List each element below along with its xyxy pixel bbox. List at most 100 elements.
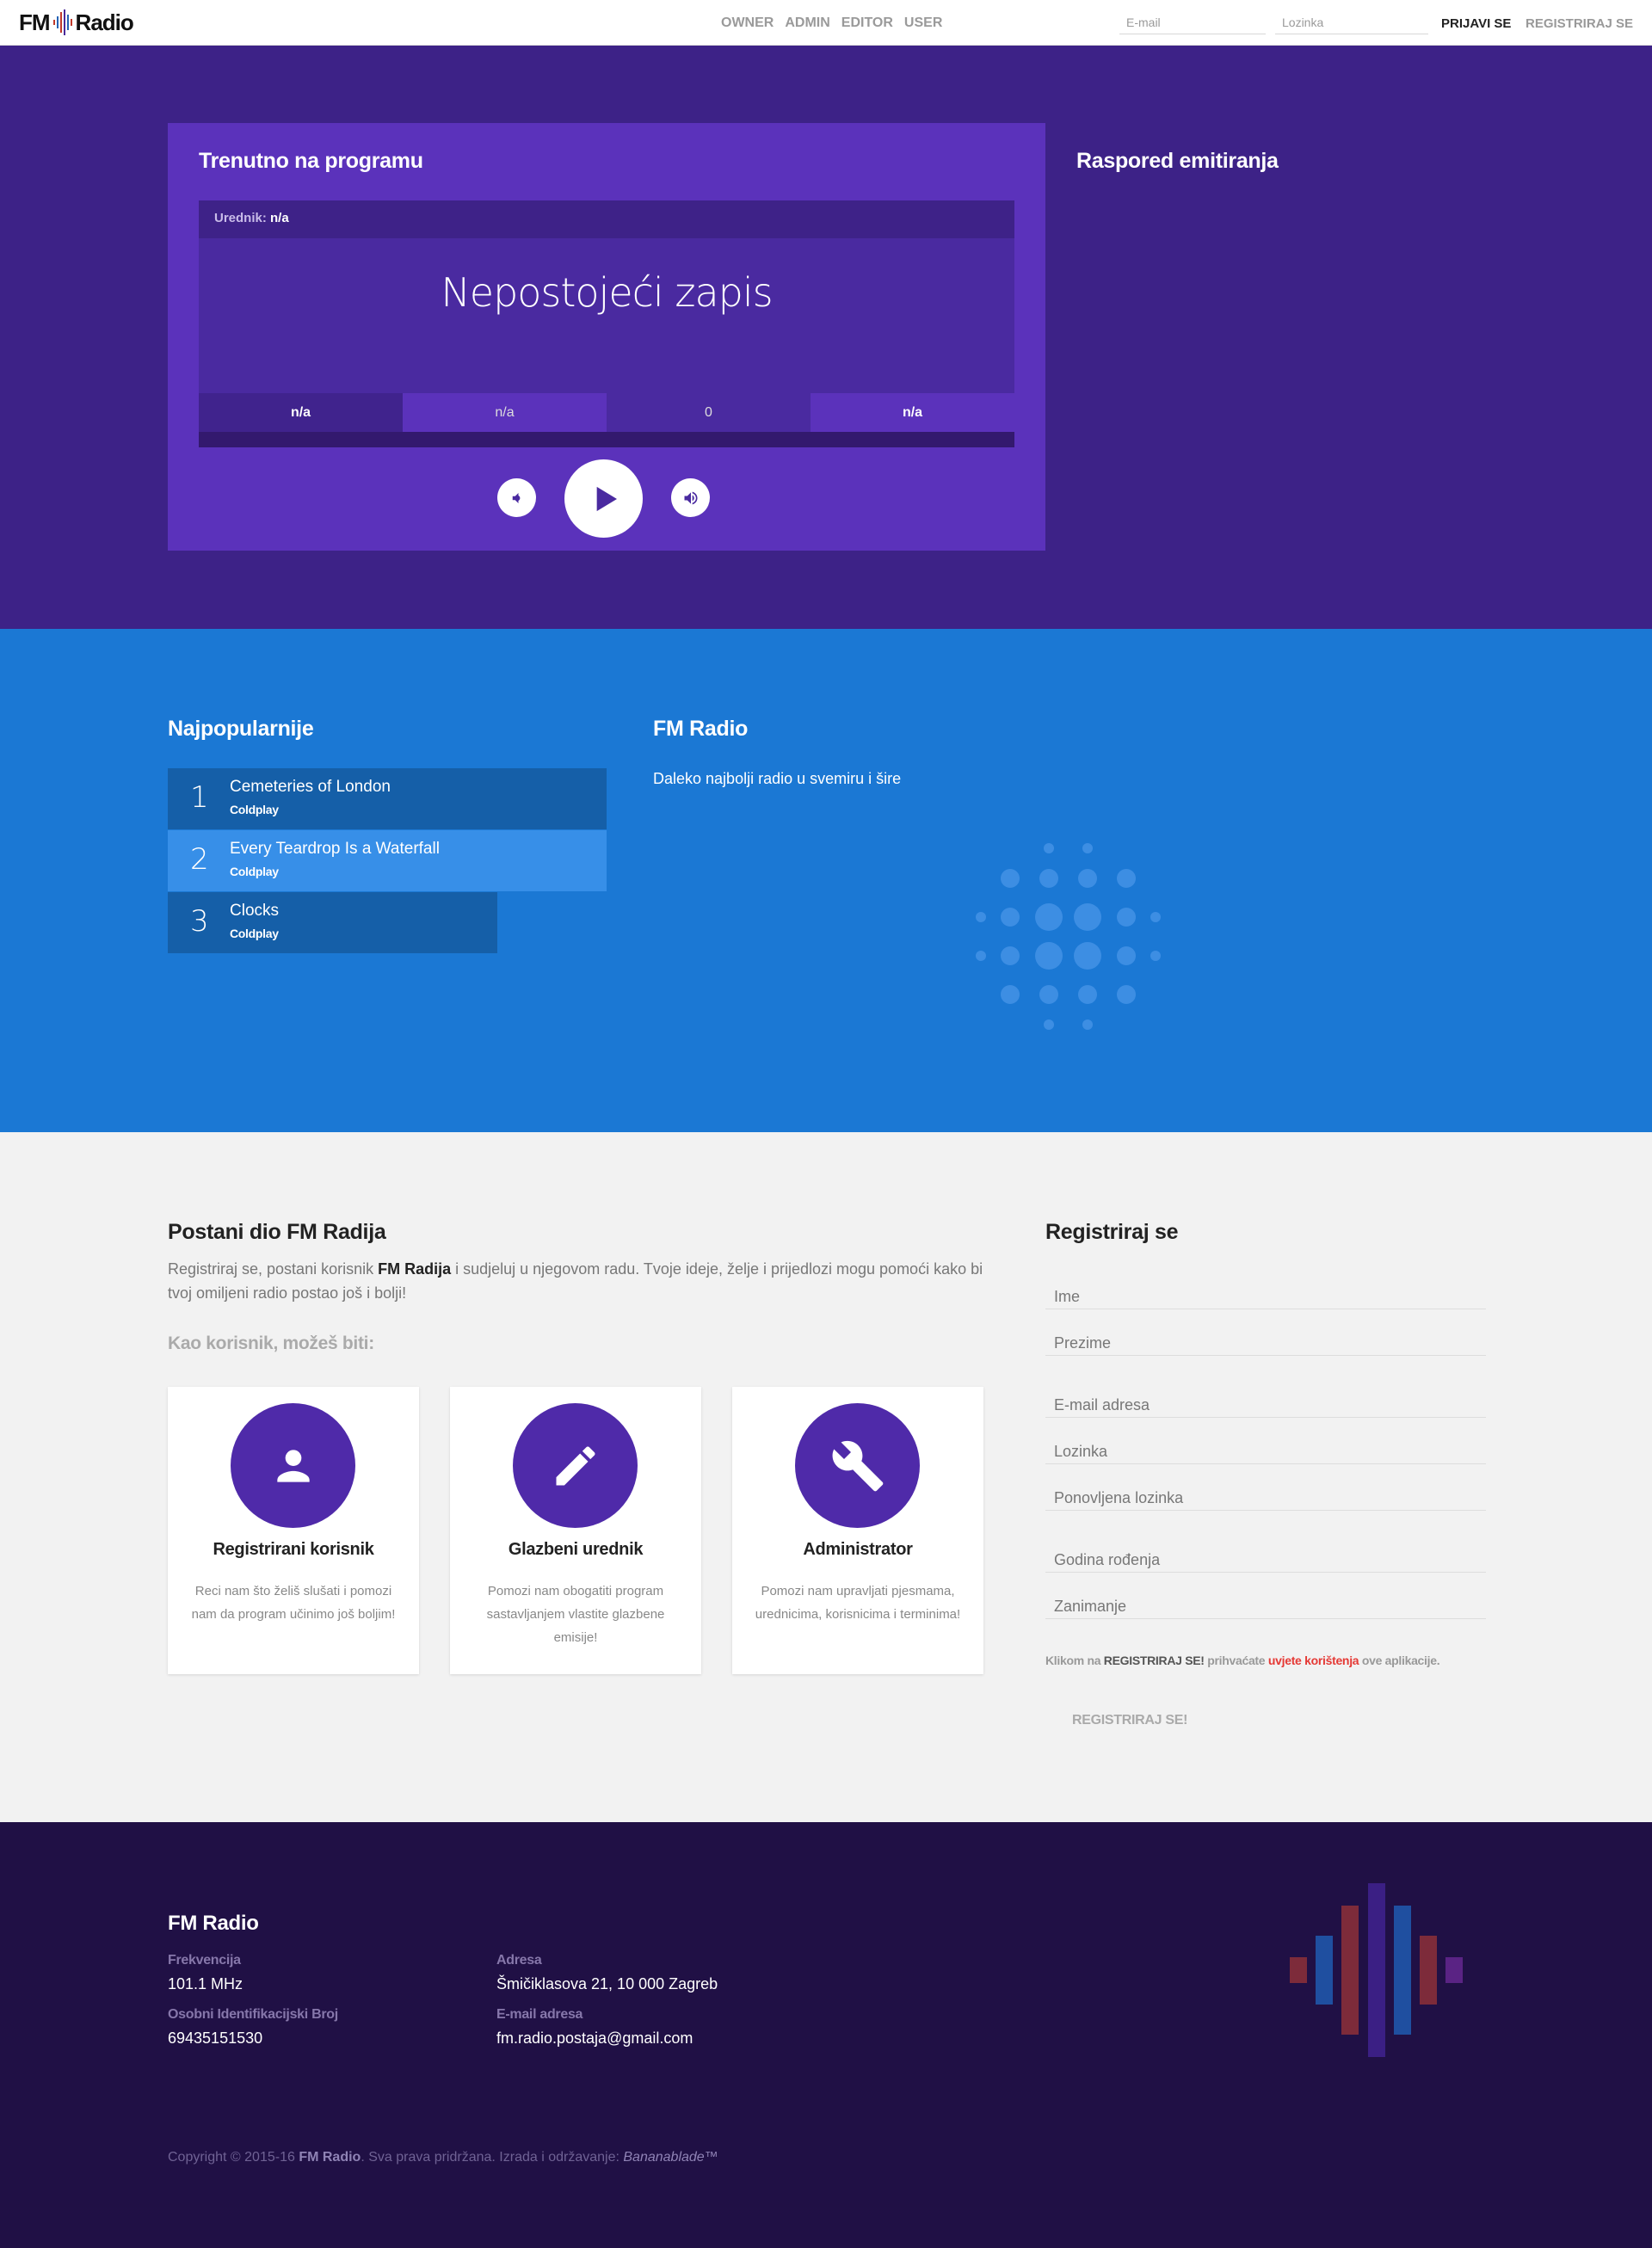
volume-down-button[interactable] <box>497 478 536 517</box>
nav-link-user[interactable]: USER <box>904 15 942 31</box>
join-text-bold: FM Radija <box>378 1260 452 1278</box>
now-playing-card: Trenutno na programu Urednik: n/a Nepost… <box>168 123 1045 551</box>
terms-text-bold: REGISTRIRAJ SE! <box>1103 1654 1205 1667</box>
popular-list-item[interactable]: 3 Clocks Coldplay <box>168 892 497 953</box>
popular-list-item[interactable]: 1 Cemeteries of London Coldplay <box>168 768 607 829</box>
popular-rank: 3 <box>190 904 209 939</box>
play-icon <box>596 486 617 511</box>
footer-title: FM Radio <box>168 1912 259 1935</box>
register-title: Registriraj se <box>1045 1220 1179 1244</box>
occupation-field[interactable] <box>1045 1585 1486 1619</box>
schedule-title: Raspored emitiranja <box>1076 149 1279 173</box>
track-stat: n/a <box>811 393 1014 432</box>
popular-title: Najpopularnije <box>168 717 314 741</box>
popular-section: Najpopularnije 1 Cemeteries of London Co… <box>0 629 1652 1132</box>
logo-waveform-icon <box>52 9 72 35</box>
logo[interactable]: FM Radio <box>19 9 134 36</box>
login-button[interactable]: PRIJAVI SE <box>1441 16 1511 31</box>
popular-list-item[interactable]: 2 Every Teardrop Is a Waterfall Coldplay <box>168 830 607 891</box>
join-title: Postani dio FM Radija <box>168 1220 386 1244</box>
repeat-password-field[interactable] <box>1045 1476 1486 1511</box>
about-tagline: Daleko najbolji radio u svemiru i šire <box>653 770 902 787</box>
popular-artist: Coldplay <box>230 803 279 816</box>
play-button[interactable] <box>564 459 643 538</box>
birth-year-field[interactable] <box>1045 1538 1486 1573</box>
terms-text: ove aplikacije. <box>1359 1654 1440 1667</box>
join-subtitle: Kao korisnik, možeš biti: <box>168 1333 374 1353</box>
email-label: E-mail adresa <box>496 2007 583 2022</box>
terms-link[interactable]: uvjete korištenja <box>1268 1654 1359 1667</box>
volume-down-icon <box>512 492 520 503</box>
first-name-field[interactable] <box>1045 1275 1486 1309</box>
waveform-logo-icon <box>1290 1883 1463 2057</box>
track-stat: n/a <box>199 393 403 432</box>
copyright-maker[interactable]: Bananablade™ <box>623 2150 718 2165</box>
login-email-input[interactable] <box>1119 10 1266 34</box>
copyright-text: Copyright © 2015-16 <box>168 2150 299 2165</box>
track-stat: n/a <box>403 393 607 432</box>
progress-bar[interactable] <box>199 432 1014 447</box>
copyright: Copyright © 2015-16 FM Radio. Sva prava … <box>168 2150 718 2165</box>
oib-value: 69435151530 <box>168 2029 263 2047</box>
popular-artist: Coldplay <box>230 927 279 940</box>
popular-song: Cemeteries of London <box>230 778 391 796</box>
role-card-admin: Administrator Pomozi nam upravljati pjes… <box>732 1387 983 1674</box>
nav-link-admin[interactable]: ADMIN <box>785 15 829 31</box>
person-icon <box>276 1449 310 1482</box>
popular-artist: Coldplay <box>230 865 279 878</box>
role-name: Registrirani korisnik <box>213 1540 374 1559</box>
dots-pattern-icon <box>976 843 1161 1030</box>
last-name-field[interactable] <box>1045 1321 1486 1356</box>
email-field[interactable] <box>1045 1383 1486 1418</box>
track-title: Nepostojeći zapis <box>441 269 773 316</box>
terms-text: prihvaćate <box>1204 1654 1268 1667</box>
popular-song: Every Teardrop Is a Waterfall <box>230 840 440 858</box>
editor-label: Urednik: <box>214 211 267 225</box>
role-nav: OWNER ADMIN EDITOR USER <box>721 15 942 31</box>
footer: FM Radio Frekvencija 101.1 MHz Osobni Id… <box>0 1822 1652 2248</box>
nav-register-button[interactable]: REGISTRIRAJ SE <box>1526 16 1633 31</box>
logo-text-radio: Radio <box>75 9 134 35</box>
join-text-part: Registriraj se, postani korisnik <box>168 1260 379 1278</box>
role-description: Pomozi nam upravljati pjesmama, urednici… <box>755 1584 961 1622</box>
join-description: Registriraj se, postani korisnik FM Radi… <box>168 1257 985 1305</box>
logo-text-fm: FM <box>19 9 51 35</box>
popular-song: Clocks <box>230 902 280 920</box>
role-icon-circle <box>231 1403 355 1528</box>
now-playing-title: Trenutno na programu <box>199 149 423 173</box>
copyright-brand: FM Radio <box>299 2150 361 2165</box>
address-label: Adresa <box>496 1953 542 1968</box>
about-title: FM Radio <box>653 717 749 741</box>
role-icon-circle <box>513 1403 638 1528</box>
oib-label: Osobni Identifikacijski Broj <box>168 2007 338 2022</box>
pencil-icon <box>556 1445 595 1485</box>
role-card-user: Registrirani korisnik Reci nam što želiš… <box>168 1387 419 1674</box>
address-value: Šmičiklasova 21, 10 000 Zagreb <box>496 1975 718 1992</box>
popular-rank: 2 <box>190 842 209 877</box>
popular-rank: 1 <box>190 780 209 815</box>
editor-bar: Urednik: n/a <box>199 200 1014 238</box>
role-description: Reci nam što želiš slušati i pomozi nam … <box>191 1584 396 1622</box>
register-terms: Klikom na REGISTRIRAJ SE! prihvaćate uvj… <box>1045 1654 1440 1667</box>
role-name: Administrator <box>803 1540 913 1559</box>
volume-up-icon <box>684 491 697 504</box>
volume-up-button[interactable] <box>671 478 710 517</box>
wrench-icon <box>832 1440 883 1491</box>
nav-link-owner[interactable]: OWNER <box>721 15 774 31</box>
register-submit-button[interactable]: REGISTRIRAJ SE! <box>1072 1713 1188 1728</box>
password-field[interactable] <box>1045 1430 1486 1464</box>
terms-text: Klikom na <box>1045 1654 1104 1667</box>
nav-link-editor[interactable]: EDITOR <box>841 15 893 31</box>
track-stat: 0 <box>607 393 811 432</box>
role-card-editor: Glazbeni urednik Pomozi nam obogatiti pr… <box>450 1387 701 1674</box>
copyright-text: . Sva prava pridržana. Izrada i održavan… <box>361 2150 624 2165</box>
role-name: Glazbeni urednik <box>508 1540 644 1559</box>
role-icon-circle <box>795 1403 920 1528</box>
track-stats: n/a n/a 0 n/a <box>199 393 1014 432</box>
frequency-value: 101.1 MHz <box>168 1975 243 1992</box>
login-password-input[interactable] <box>1275 10 1428 34</box>
now-playing-panel: Urednik: n/a Nepostojeći zapis n/a n/a 0… <box>199 200 1014 447</box>
email-value[interactable]: fm.radio.postaja@gmail.com <box>496 2029 693 2048</box>
role-description: Pomozi nam obogatiti program sastavljanj… <box>486 1584 665 1645</box>
editor-value: n/a <box>270 211 289 225</box>
